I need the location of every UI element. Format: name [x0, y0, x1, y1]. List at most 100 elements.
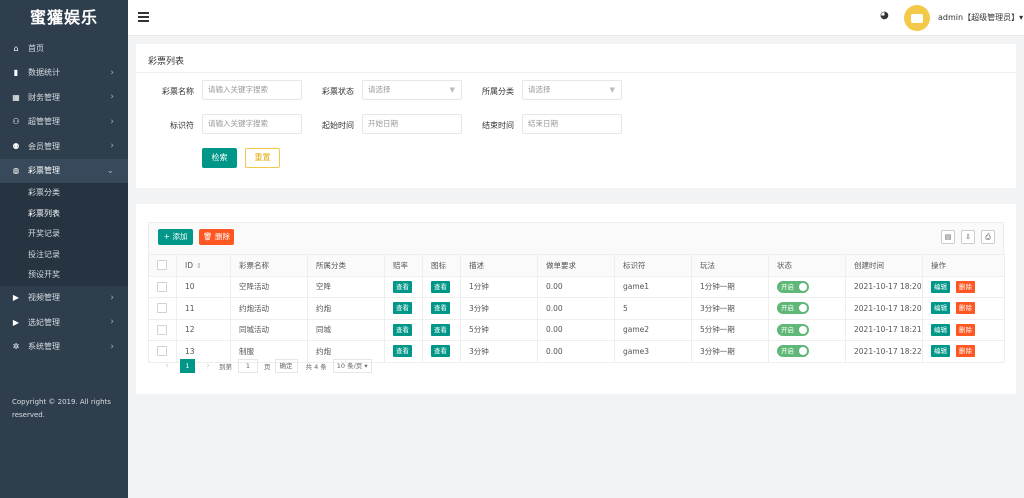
status-toggle[interactable]: 开启: [777, 280, 809, 293]
cell-created: 2021-10-17 18:20: [845, 275, 923, 298]
cell-name: 空降活动: [230, 275, 308, 298]
row-delete-button[interactable]: 删除: [956, 345, 975, 358]
cell-category: 同城: [307, 318, 385, 341]
menu-toggle-icon[interactable]: [138, 12, 149, 22]
start-time-label: 起始时间: [322, 121, 354, 130]
edit-button[interactable]: 编辑: [931, 345, 950, 358]
cell-tag: game2: [614, 318, 692, 341]
copyright: Copyright © 2019. All rights reserved.: [12, 398, 111, 419]
submenu-item[interactable]: 彩票分类: [0, 183, 128, 204]
row-checkbox[interactable]: [157, 324, 167, 335]
cell-tag: game3: [614, 340, 692, 363]
view-odds-button[interactable]: 查看: [393, 345, 412, 358]
page-title: 彩票列表: [148, 57, 185, 67]
submenu-item[interactable]: 彩票列表: [0, 204, 128, 225]
edit-button[interactable]: 编辑: [931, 280, 950, 293]
status-select[interactable]: 请选择 ▼: [362, 80, 462, 100]
status-toggle[interactable]: 开启: [777, 345, 809, 358]
search-button[interactable]: 检索: [202, 148, 237, 168]
reset-button[interactable]: 重置: [245, 148, 280, 168]
chevron-right-icon: ›: [110, 341, 114, 352]
view-icon-button[interactable]: 查看: [431, 345, 450, 358]
cell-play: 3分钟一期: [691, 297, 769, 320]
sidebar-item-label: 视频管理: [28, 293, 60, 303]
view-odds-button[interactable]: 查看: [393, 302, 412, 315]
col-header-category: 所属分类: [307, 254, 385, 277]
sidebar-item-label: 超管管理: [28, 117, 60, 127]
row-checkbox[interactable]: [157, 303, 167, 314]
select-all-checkbox[interactable]: [157, 260, 167, 271]
view-icon-button[interactable]: 查看: [431, 302, 450, 315]
sidebar-item-home[interactable]: ⌂ 首页: [0, 36, 128, 61]
columns-filter-icon[interactable]: ▤: [941, 230, 955, 244]
sidebar-item-label: 数据统计: [28, 68, 60, 78]
cell-actions: 编辑 删除: [922, 275, 1005, 298]
col-header-play: 玩法: [691, 254, 769, 277]
goto-page-input[interactable]: 1: [238, 359, 258, 373]
page-size-select[interactable]: 10 条/页 ▾: [332, 359, 372, 373]
col-header-icon: 图标: [422, 254, 461, 277]
goto-label: 到第: [219, 363, 232, 371]
home-icon: ⌂: [13, 43, 19, 53]
sort-icon[interactable]: ⇕: [196, 262, 202, 270]
col-header-status: 状态: [768, 254, 846, 277]
cell-desc: 5分钟: [460, 318, 538, 341]
view-icon-button[interactable]: 查看: [431, 323, 450, 336]
name-search-input[interactable]: 请输入关键字搜索: [202, 80, 302, 100]
avatar[interactable]: [904, 5, 930, 31]
cell-requirement: 0.00: [537, 275, 615, 298]
row-checkbox[interactable]: [157, 281, 167, 292]
sidebar-item-label: 财务管理: [28, 92, 60, 102]
category-select-value: 请选择: [528, 85, 551, 94]
sidebar-item-gear[interactable]: ✲ 系统管理 ›: [0, 335, 128, 360]
delete-button[interactable]: 🗑 删除: [199, 229, 234, 245]
sidebar-item-users[interactable]: ⚉ 会员管理 ›: [0, 134, 128, 159]
edit-button[interactable]: 编辑: [931, 323, 950, 336]
sidebar-item-gamepad[interactable]: ◍ 彩票管理 ⌄: [0, 158, 128, 183]
cell-play: 3分钟一期: [691, 340, 769, 363]
edit-button[interactable]: 编辑: [931, 302, 950, 315]
user-menu[interactable]: admin【超级管理员】▾: [938, 12, 1023, 23]
cell-id: 11: [176, 297, 231, 320]
view-odds-button[interactable]: 查看: [393, 323, 412, 336]
next-page-icon[interactable]: ›: [201, 361, 215, 371]
col-header-id[interactable]: ID ⇕: [176, 254, 231, 277]
status-toggle[interactable]: 开启: [777, 302, 809, 315]
row-delete-button[interactable]: 删除: [956, 302, 975, 315]
row-select-cell: [148, 318, 177, 341]
cell-id: 12: [176, 318, 231, 341]
export-icon[interactable]: ⇩: [961, 230, 975, 244]
add-button[interactable]: + 添加: [158, 229, 193, 245]
end-date-input[interactable]: 结束日期: [522, 114, 622, 134]
view-odds-button[interactable]: 查看: [393, 280, 412, 293]
col-header-desc: 描述: [460, 254, 538, 277]
table-panel: + 添加 🗑 删除 ▤ ⇩ ⎙ ID ⇕ 彩票名称 所属分类 赔率 图标 描述 做…: [136, 204, 1016, 394]
print-icon[interactable]: ⎙: [981, 230, 995, 244]
sidebar-item-video[interactable]: ▶ 视频管理 ›: [0, 286, 128, 311]
theme-palette-icon[interactable]: ◕: [880, 11, 890, 21]
row-checkbox[interactable]: [157, 346, 167, 357]
start-date-input[interactable]: 开始日期: [362, 114, 462, 134]
category-label: 所属分类: [482, 87, 514, 96]
goto-confirm-button[interactable]: 确定: [274, 359, 298, 373]
row-delete-button[interactable]: 删除: [956, 323, 975, 336]
col-header-tag: 标识符: [614, 254, 692, 277]
prev-page-icon[interactable]: ‹: [160, 361, 174, 371]
sidebar-item-label: 系统管理: [28, 342, 60, 352]
sidebar-item-camera[interactable]: ▶ 选妃管理 ›: [0, 310, 128, 335]
cell-category: 约炮: [307, 297, 385, 320]
status-toggle[interactable]: 开启: [777, 323, 809, 336]
sidebar-item-user-plus[interactable]: ⚇ 超管管理 ›: [0, 110, 128, 135]
current-page[interactable]: 1: [180, 359, 195, 373]
submenu-item[interactable]: 投注记录: [0, 245, 128, 266]
submenu-item[interactable]: 开奖记录: [0, 224, 128, 245]
sidebar-item-bar-chart[interactable]: ▮ 数据统计 ›: [0, 61, 128, 86]
sidebar-item-bank[interactable]: ▦ 财务管理 ›: [0, 85, 128, 110]
category-select[interactable]: 请选择 ▼: [522, 80, 622, 100]
view-icon-button[interactable]: 查看: [431, 280, 450, 293]
tag-search-input[interactable]: 请输入关键字搜索: [202, 114, 302, 134]
sidebar-item-label: 彩票管理: [28, 166, 60, 176]
row-delete-button[interactable]: 删除: [956, 280, 975, 293]
table-row: 12 同城活动 同城 查看 查看 5分钟 0.00 game2 5分钟一期 开启 2021-10-1…: [148, 318, 1005, 341]
submenu-item[interactable]: 预设开奖: [0, 265, 128, 286]
